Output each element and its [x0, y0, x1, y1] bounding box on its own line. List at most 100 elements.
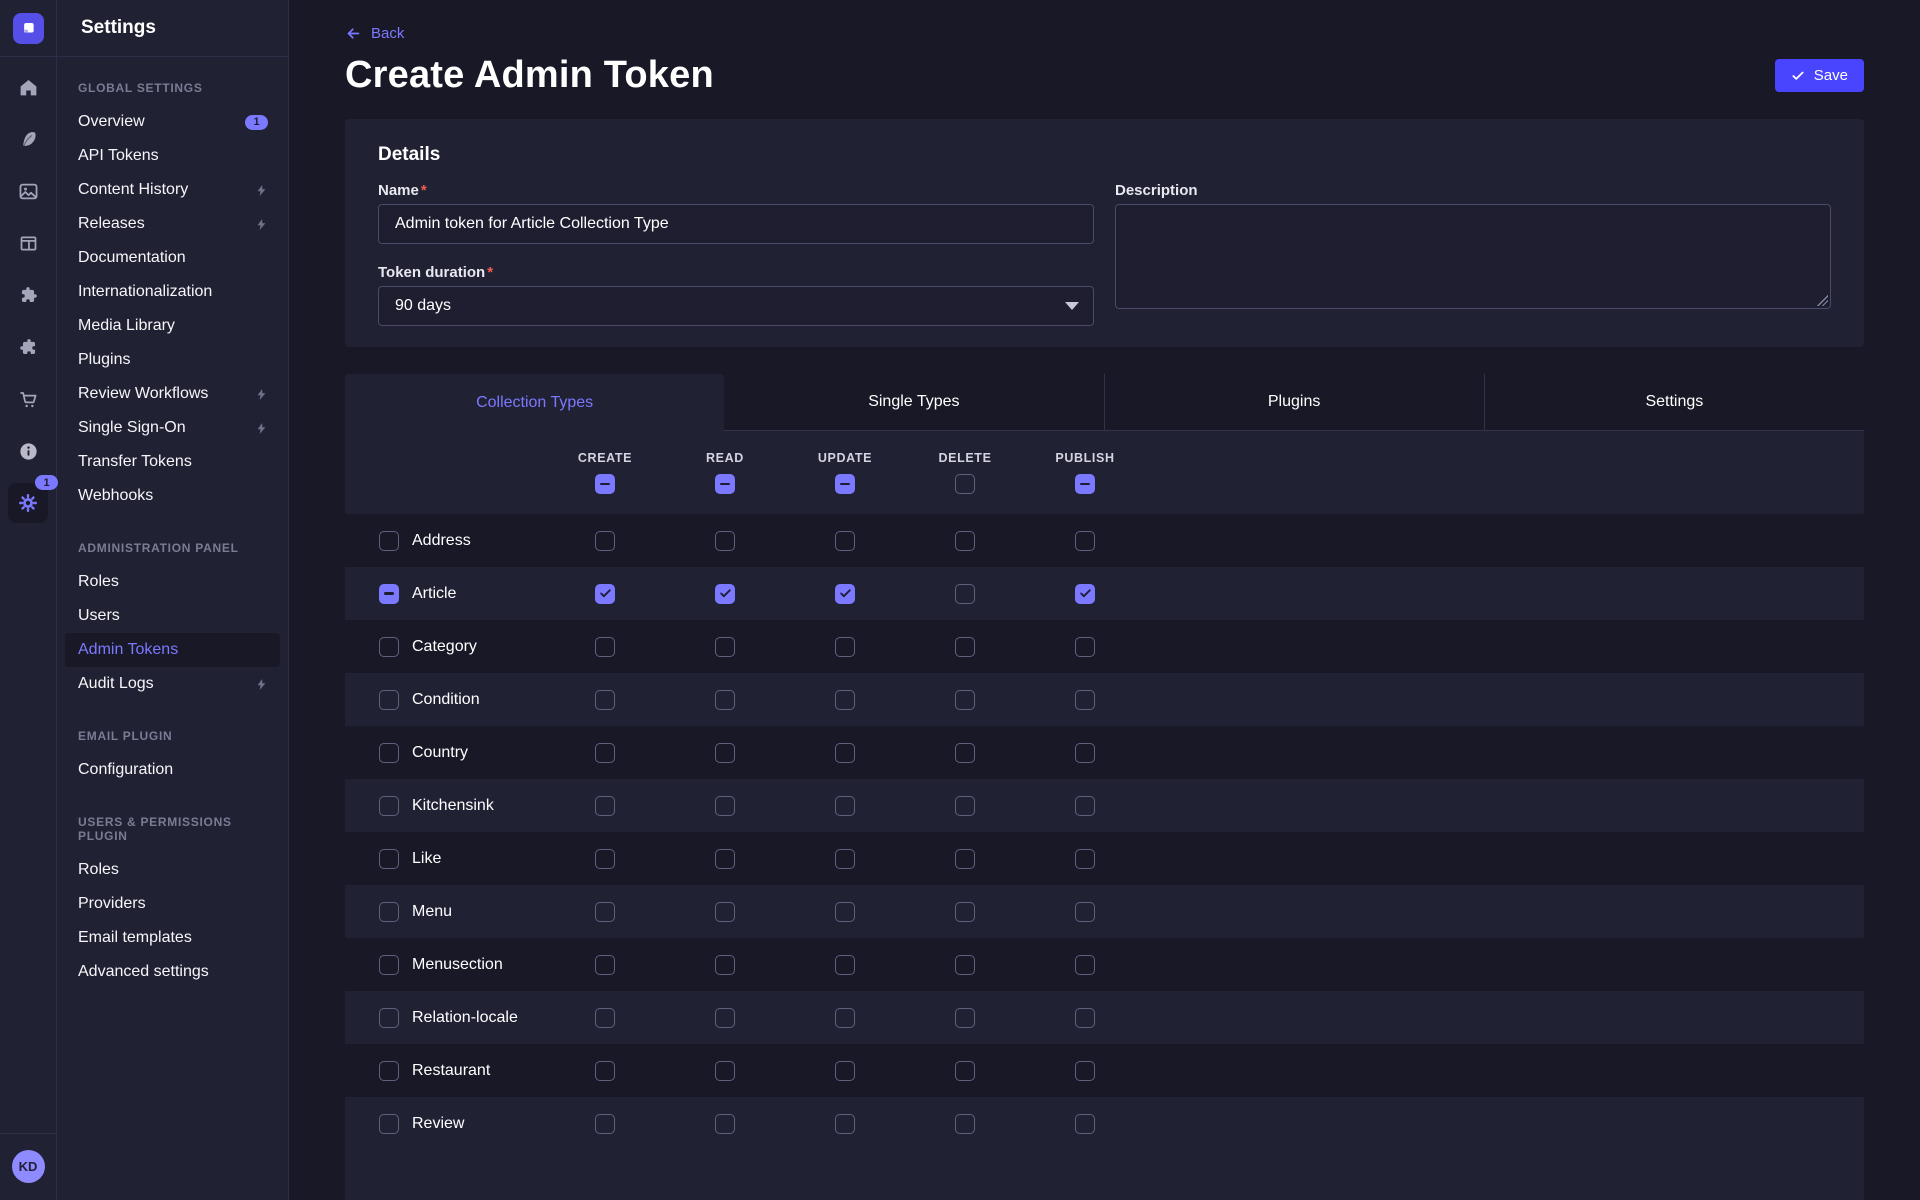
publish-checkbox[interactable] [1075, 1008, 1095, 1028]
read-checkbox[interactable] [715, 1061, 735, 1081]
update-checkbox[interactable] [835, 690, 855, 710]
delete-checkbox[interactable] [955, 584, 975, 604]
read-checkbox[interactable] [715, 637, 735, 657]
sidebar-item-configuration[interactable]: Configuration [65, 753, 280, 787]
tab-plugins[interactable]: Plugins [1104, 374, 1484, 431]
feather-icon[interactable] [14, 125, 42, 153]
sidebar-item-api-tokens[interactable]: API Tokens [65, 139, 280, 173]
sidebar-item-roles[interactable]: Roles [65, 853, 280, 887]
update-checkbox[interactable] [835, 849, 855, 869]
sidebar-item-review-workflows[interactable]: Review Workflows [65, 377, 280, 411]
read-checkbox[interactable] [715, 690, 735, 710]
read-checkbox[interactable] [715, 531, 735, 551]
name-input[interactable] [378, 204, 1094, 244]
layout-icon[interactable] [14, 229, 42, 257]
read-checkbox[interactable] [715, 584, 735, 604]
row-select-checkbox[interactable] [379, 637, 399, 657]
publish-checkbox[interactable] [1075, 902, 1095, 922]
row-select-checkbox[interactable] [379, 690, 399, 710]
update-checkbox[interactable] [835, 1061, 855, 1081]
publish-checkbox[interactable] [1075, 531, 1095, 551]
back-link[interactable]: Back [345, 25, 404, 42]
row-select-checkbox[interactable] [379, 1008, 399, 1028]
tab-settings[interactable]: Settings [1484, 374, 1864, 431]
update-checkbox[interactable] [835, 637, 855, 657]
publish-checkbox[interactable] [1075, 690, 1095, 710]
info-icon[interactable] [14, 437, 42, 465]
row-select-checkbox[interactable] [379, 743, 399, 763]
select-all-delete-checkbox[interactable] [955, 474, 975, 494]
create-checkbox[interactable] [595, 584, 615, 604]
select-all-publish-checkbox[interactable] [1075, 474, 1095, 494]
update-checkbox[interactable] [835, 955, 855, 975]
publish-checkbox[interactable] [1075, 1061, 1095, 1081]
read-checkbox[interactable] [715, 1008, 735, 1028]
update-checkbox[interactable] [835, 743, 855, 763]
sidebar-item-email-templates[interactable]: Email templates [65, 921, 280, 955]
sidebar-item-transfer-tokens[interactable]: Transfer Tokens [65, 445, 280, 479]
puzzle-icon-2[interactable] [14, 333, 42, 361]
delete-checkbox[interactable] [955, 531, 975, 551]
read-checkbox[interactable] [715, 796, 735, 816]
delete-checkbox[interactable] [955, 1061, 975, 1081]
tab-collection-types[interactable]: Collection Types [345, 374, 724, 431]
sidebar-item-audit-logs[interactable]: Audit Logs [65, 667, 280, 701]
row-select-checkbox[interactable] [379, 531, 399, 551]
sidebar-item-plugins[interactable]: Plugins [65, 343, 280, 377]
publish-checkbox[interactable] [1075, 1114, 1095, 1134]
read-checkbox[interactable] [715, 955, 735, 975]
select-all-update-checkbox[interactable] [835, 474, 855, 494]
description-textarea[interactable] [1115, 204, 1831, 309]
publish-checkbox[interactable] [1075, 849, 1095, 869]
update-checkbox[interactable] [835, 902, 855, 922]
create-checkbox[interactable] [595, 1061, 615, 1081]
create-checkbox[interactable] [595, 531, 615, 551]
create-checkbox[interactable] [595, 637, 615, 657]
sidebar-item-media-library[interactable]: Media Library [65, 309, 280, 343]
delete-checkbox[interactable] [955, 955, 975, 975]
create-checkbox[interactable] [595, 849, 615, 869]
create-checkbox[interactable] [595, 796, 615, 816]
update-checkbox[interactable] [835, 584, 855, 604]
delete-checkbox[interactable] [955, 637, 975, 657]
sidebar-item-admin-tokens[interactable]: Admin Tokens [65, 633, 280, 667]
select-all-read-checkbox[interactable] [715, 474, 735, 494]
strapi-logo-icon[interactable] [13, 13, 44, 44]
update-checkbox[interactable] [835, 1114, 855, 1134]
sidebar-item-internationalization[interactable]: Internationalization [65, 275, 280, 309]
cart-icon[interactable] [14, 385, 42, 413]
sidebar-item-providers[interactable]: Providers [65, 887, 280, 921]
home-icon[interactable] [14, 73, 42, 101]
delete-checkbox[interactable] [955, 849, 975, 869]
row-select-checkbox[interactable] [379, 584, 399, 604]
update-checkbox[interactable] [835, 1008, 855, 1028]
sidebar-item-webhooks[interactable]: Webhooks [65, 479, 280, 513]
token-duration-select[interactable]: 90 days [378, 286, 1094, 326]
create-checkbox[interactable] [595, 902, 615, 922]
publish-checkbox[interactable] [1075, 955, 1095, 975]
save-button[interactable]: Save [1775, 59, 1864, 92]
resize-grip-icon[interactable] [1817, 295, 1828, 306]
publish-checkbox[interactable] [1075, 796, 1095, 816]
delete-checkbox[interactable] [955, 1114, 975, 1134]
update-checkbox[interactable] [835, 796, 855, 816]
select-all-create-checkbox[interactable] [595, 474, 615, 494]
sidebar-item-roles[interactable]: Roles [65, 565, 280, 599]
delete-checkbox[interactable] [955, 796, 975, 816]
sidebar-item-overview[interactable]: Overview1 [65, 105, 280, 139]
puzzle-icon[interactable] [14, 281, 42, 309]
sidebar-item-releases[interactable]: Releases [65, 207, 280, 241]
row-select-checkbox[interactable] [379, 1114, 399, 1134]
row-select-checkbox[interactable] [379, 849, 399, 869]
read-checkbox[interactable] [715, 902, 735, 922]
row-select-checkbox[interactable] [379, 796, 399, 816]
delete-checkbox[interactable] [955, 1008, 975, 1028]
row-select-checkbox[interactable] [379, 1061, 399, 1081]
create-checkbox[interactable] [595, 1008, 615, 1028]
sidebar-item-users[interactable]: Users [65, 599, 280, 633]
publish-checkbox[interactable] [1075, 637, 1095, 657]
publish-checkbox[interactable] [1075, 584, 1095, 604]
row-select-checkbox[interactable] [379, 955, 399, 975]
row-select-checkbox[interactable] [379, 902, 399, 922]
create-checkbox[interactable] [595, 1114, 615, 1134]
